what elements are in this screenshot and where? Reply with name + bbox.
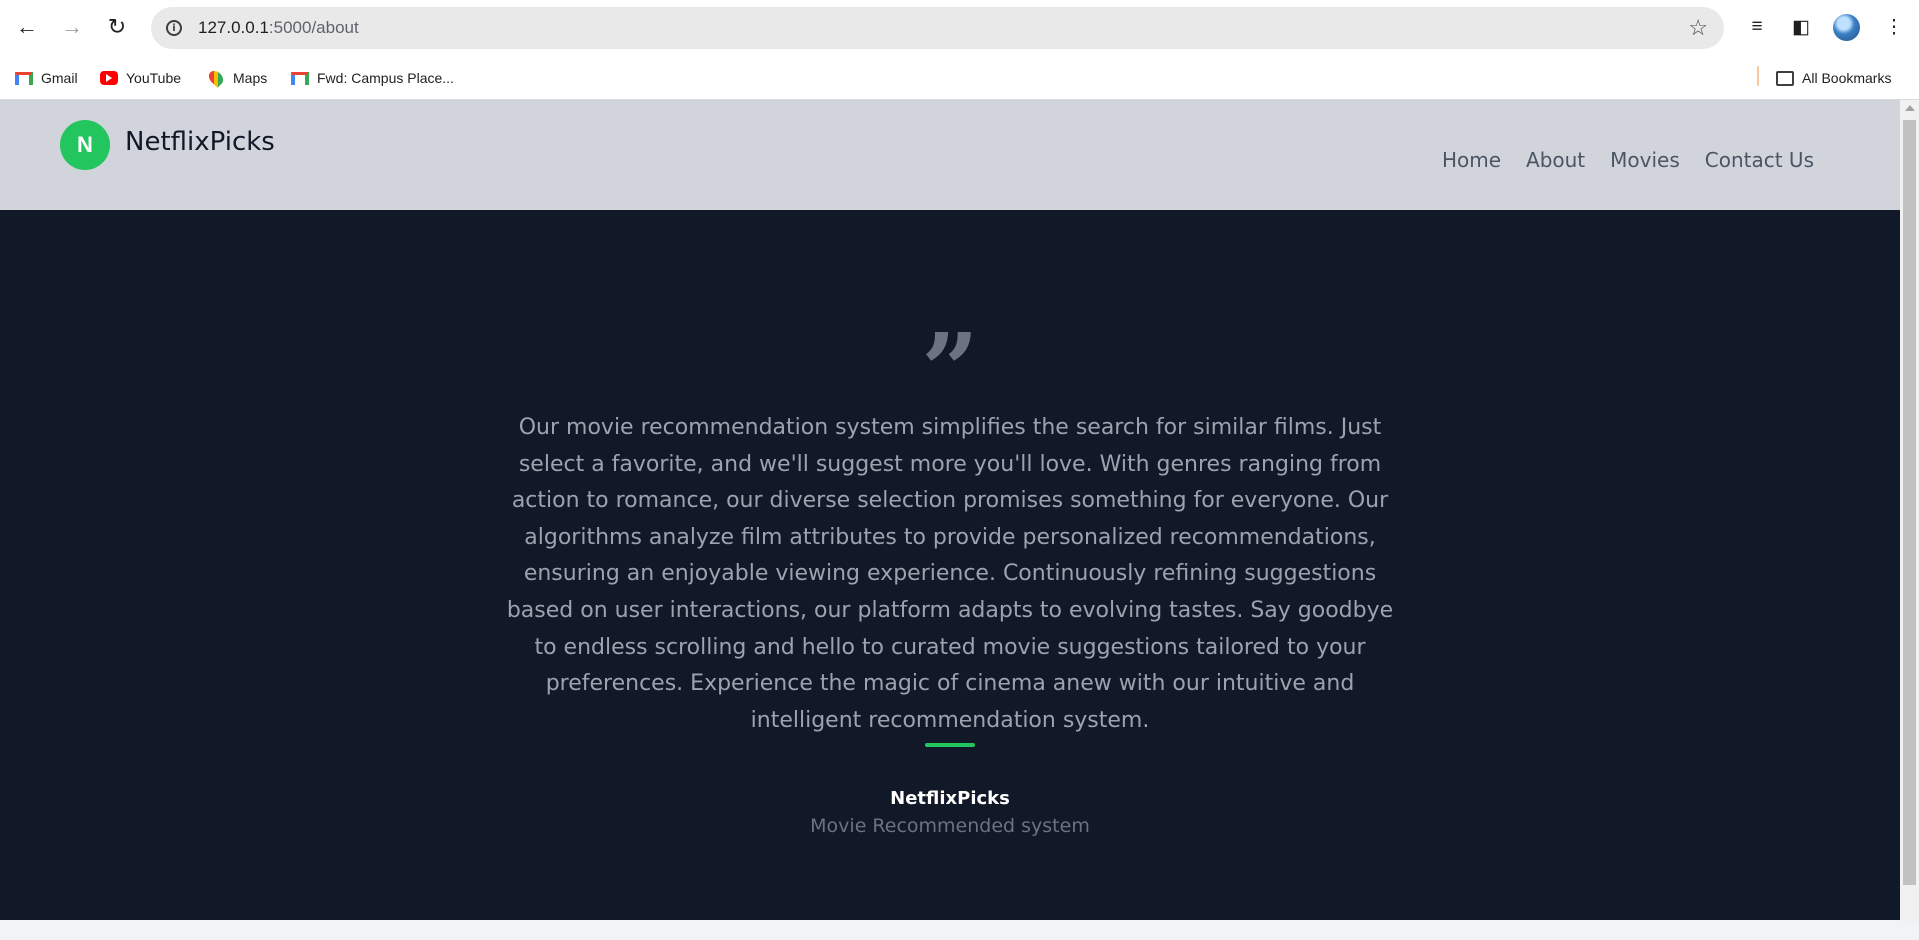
bookmark-gmail[interactable]: Gmail [15, 64, 78, 92]
url-path: :5000/about [268, 18, 359, 37]
reload-button[interactable]: ↻ [100, 10, 134, 44]
quote-icon: ” [921, 311, 979, 429]
nav-movies-link[interactable]: Movies [1610, 148, 1680, 172]
media-control-icon[interactable]: ≡ [1741, 11, 1773, 43]
back-button[interactable]: ← [10, 10, 44, 44]
bookmark-maps[interactable]: Maps [206, 64, 268, 92]
bookmark-label: Maps [233, 70, 268, 86]
bookmark-youtube[interactable]: YouTube [100, 64, 181, 92]
nav-contact-link[interactable]: Contact Us [1705, 148, 1814, 172]
bookmarks-bar: Gmail YouTube Maps Fwd: Campus Place... … [0, 56, 1919, 100]
site-logo-icon[interactable]: N [60, 120, 110, 170]
url-text[interactable]: 127.0.0.1:5000/about [198, 18, 359, 38]
site-nav: Home About Movies Contact Us [1442, 148, 1814, 172]
browser-toolbar: ← → ↻ i 127.0.0.1:5000/about ☆ ≡ ◧ ⋮ [0, 0, 1919, 56]
bookmark-star-icon[interactable]: ☆ [1688, 15, 1708, 41]
side-panel-icon[interactable]: ◧ [1785, 11, 1817, 43]
maps-pin-icon [206, 68, 226, 88]
forward-button[interactable]: → [55, 10, 89, 44]
site-info-button[interactable]: i [159, 13, 189, 43]
accent-divider [925, 743, 975, 747]
about-quote-text: Our movie recommendation system simplifi… [506, 415, 1394, 733]
about-section: ” Our movie recommendation system simpli… [0, 210, 1900, 920]
site-header: N NetflixPicks Home About Movies Contact… [0, 100, 1900, 210]
back-arrow-icon: ← [16, 14, 38, 39]
url-host: 127.0.0.1 [198, 18, 269, 37]
site-brand-name[interactable]: NetflixPicks [125, 127, 275, 157]
all-bookmarks-button[interactable]: All Bookmarks [1776, 64, 1891, 92]
profile-avatar[interactable] [1833, 14, 1860, 41]
bookmark-fwd-campus-place[interactable]: Fwd: Campus Place... [291, 64, 454, 92]
scrollbar-thumb[interactable] [1903, 120, 1916, 885]
address-bar[interactable]: i 127.0.0.1:5000/about ☆ [151, 7, 1724, 49]
nav-home-link[interactable]: Home [1442, 148, 1501, 172]
reload-icon: ↻ [107, 14, 127, 39]
bookmark-label: Fwd: Campus Place... [317, 70, 454, 86]
chrome-menu-icon[interactable]: ⋮ [1878, 11, 1910, 43]
bookmark-label: YouTube [126, 70, 182, 86]
gmail-icon [291, 69, 309, 87]
forward-arrow-icon: → [61, 14, 83, 39]
bookmark-label: Gmail [41, 70, 78, 86]
quote-author-subtitle: Movie Recommended system [810, 815, 1090, 837]
all-bookmarks-label: All Bookmarks [1802, 70, 1892, 86]
youtube-icon [100, 69, 118, 87]
folder-icon [1776, 69, 1794, 87]
web-page: N NetflixPicks Home About Movies Contact… [0, 100, 1900, 922]
page-scrollbar[interactable] [1900, 100, 1919, 922]
nav-about-link[interactable]: About [1526, 148, 1585, 172]
quote-author: NetflixPicks [890, 788, 1010, 809]
info-icon: i [166, 20, 182, 36]
gmail-icon [15, 69, 33, 87]
bookmarks-divider [1757, 66, 1759, 86]
scroll-up-arrow-icon[interactable] [1905, 105, 1915, 111]
